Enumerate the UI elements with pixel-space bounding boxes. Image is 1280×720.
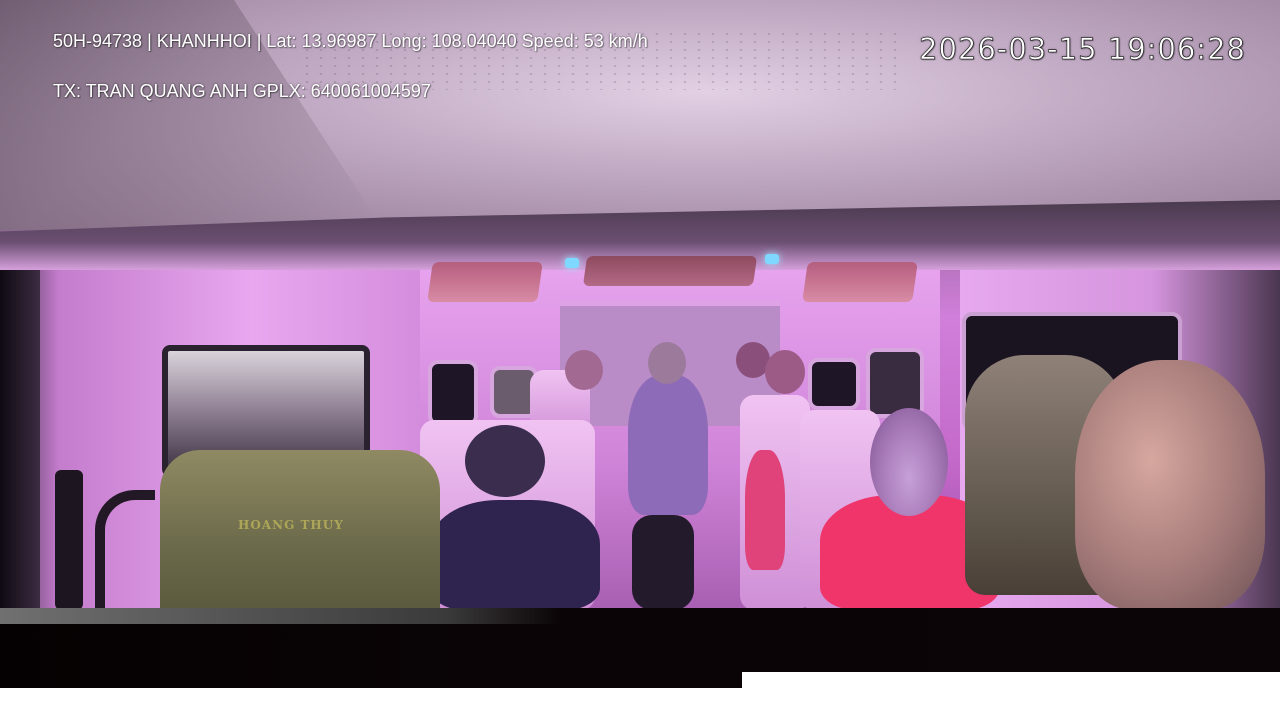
seat-logo: HOANG THUY — [238, 518, 344, 532]
side-window — [808, 358, 860, 410]
passenger-head — [648, 342, 686, 384]
driver-info-overlay: TX: TRAN QUANG ANH GPLX: 640061004597 — [53, 81, 431, 101]
seat-belt — [55, 470, 83, 608]
side-window — [428, 360, 478, 426]
page-background — [0, 688, 1280, 720]
backpack — [632, 515, 694, 608]
passenger — [628, 375, 708, 515]
timestamp-overlay: 2026-03-15 19:06:28 — [919, 32, 1246, 67]
a-pillar — [0, 270, 40, 608]
blue-led-left — [565, 258, 579, 268]
ceiling-light-center — [582, 256, 758, 286]
vehicle-info-overlay: 50H-94738 | KHANHHOI | Lat: 13.96987 Lon… — [53, 31, 648, 51]
passenger-masked-head — [870, 408, 948, 516]
ceiling-light-left — [427, 262, 543, 302]
letterbox-edge — [0, 608, 560, 624]
side-window — [866, 348, 924, 418]
blue-led-right — [765, 254, 779, 264]
passenger-head — [765, 350, 805, 394]
passenger — [430, 500, 600, 608]
camera-frame: HOANG THUY 50H-94738 | KHANHHOI | Lat: 1… — [0, 0, 1280, 608]
passenger-head — [565, 350, 603, 390]
passenger — [745, 450, 785, 570]
passenger-cap — [465, 425, 545, 497]
ceiling-light-right — [802, 262, 918, 302]
driver-head — [1075, 360, 1265, 608]
grab-handle — [95, 490, 155, 608]
page-background — [742, 672, 1280, 688]
